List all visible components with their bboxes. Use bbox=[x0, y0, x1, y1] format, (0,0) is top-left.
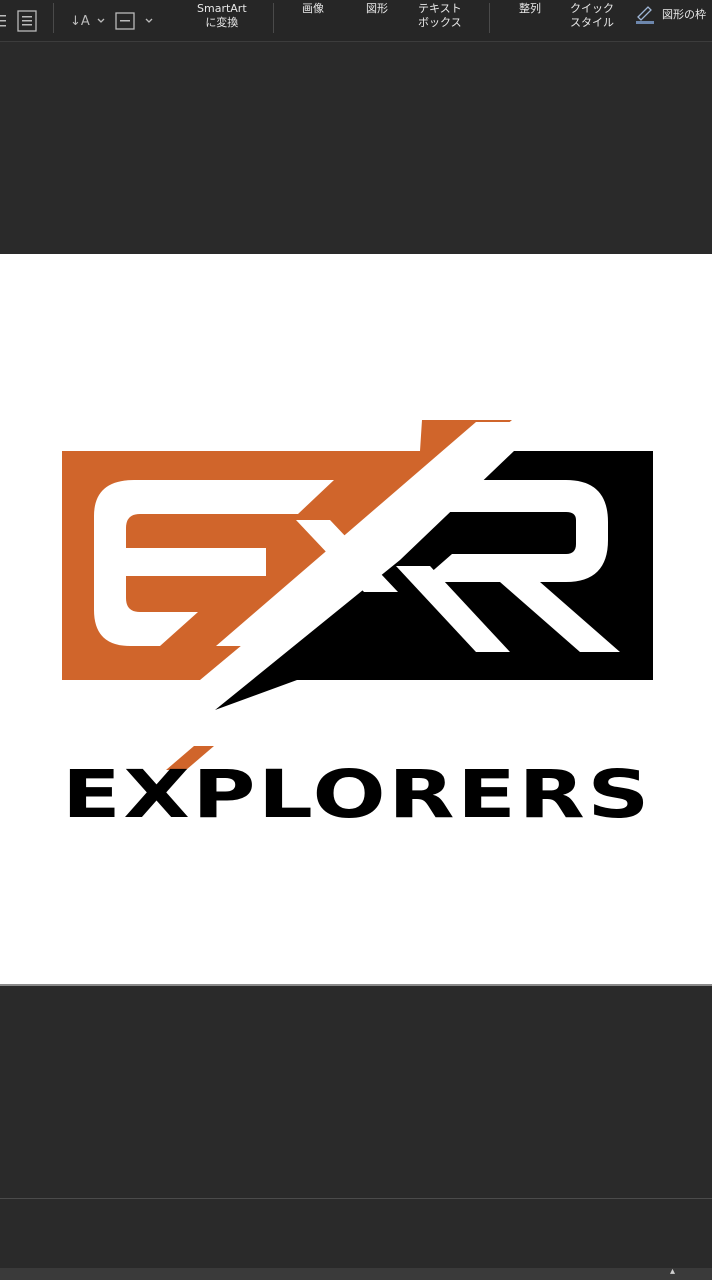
shape-outline-button[interactable]: 図形の枠 bbox=[662, 8, 706, 22]
editor-canvas-background bbox=[0, 42, 712, 254]
bullet-list-icon[interactable] bbox=[0, 0, 8, 41]
insert-image-label: 画像 bbox=[302, 2, 324, 15]
insert-textbox-button[interactable]: テキスト ボックス bbox=[418, 2, 462, 30]
arrange-label: 整列 bbox=[519, 2, 541, 15]
logo-letter-e-bar bbox=[126, 548, 266, 576]
quick-styles-label-1: クイック bbox=[570, 2, 614, 15]
status-caret-icon[interactable]: ▴ bbox=[670, 1266, 675, 1277]
logo-wordmark: EXPLORERS bbox=[62, 756, 652, 833]
align-text-icon[interactable] bbox=[14, 0, 40, 41]
insert-textbox-label-1: テキスト bbox=[418, 2, 462, 15]
slide-border bbox=[0, 984, 712, 986]
convert-to-smartart-label-2: に変換 bbox=[205, 16, 239, 29]
ribbon-toolbar: ↓A SmartArt に変換 画像 図形 テキスト ボックス 整列 クイック … bbox=[0, 0, 712, 42]
slide-canvas[interactable]: EXPLORERS bbox=[0, 254, 712, 984]
convert-to-smartart-label-1: SmartArt bbox=[197, 2, 247, 15]
quick-styles-button[interactable]: クイック スタイル bbox=[570, 2, 614, 30]
align-text-vertical-icon[interactable] bbox=[112, 0, 158, 41]
convert-to-smartart-button[interactable]: SmartArt に変換 bbox=[197, 2, 247, 30]
toolbar-separator bbox=[489, 3, 490, 33]
explorers-logo: EXPLORERS bbox=[62, 420, 653, 833]
shape-outline-label: 図形の枠 bbox=[662, 8, 706, 21]
status-bar bbox=[0, 1268, 712, 1280]
quick-styles-label-2: スタイル bbox=[570, 16, 614, 29]
toolbar-separator bbox=[53, 3, 54, 33]
insert-shape-button[interactable]: 図形 bbox=[366, 2, 388, 16]
svg-text:↓A: ↓A bbox=[70, 14, 90, 29]
text-direction-icon[interactable]: ↓A bbox=[66, 0, 108, 41]
insert-shape-label: 図形 bbox=[366, 2, 388, 15]
notes-divider[interactable] bbox=[0, 1198, 712, 1199]
arrange-button[interactable]: 整列 bbox=[519, 2, 541, 16]
shape-outline-icon[interactable] bbox=[634, 0, 656, 33]
insert-textbox-label-2: ボックス bbox=[418, 16, 462, 29]
insert-image-button[interactable]: 画像 bbox=[302, 2, 324, 16]
toolbar-separator bbox=[273, 3, 274, 33]
